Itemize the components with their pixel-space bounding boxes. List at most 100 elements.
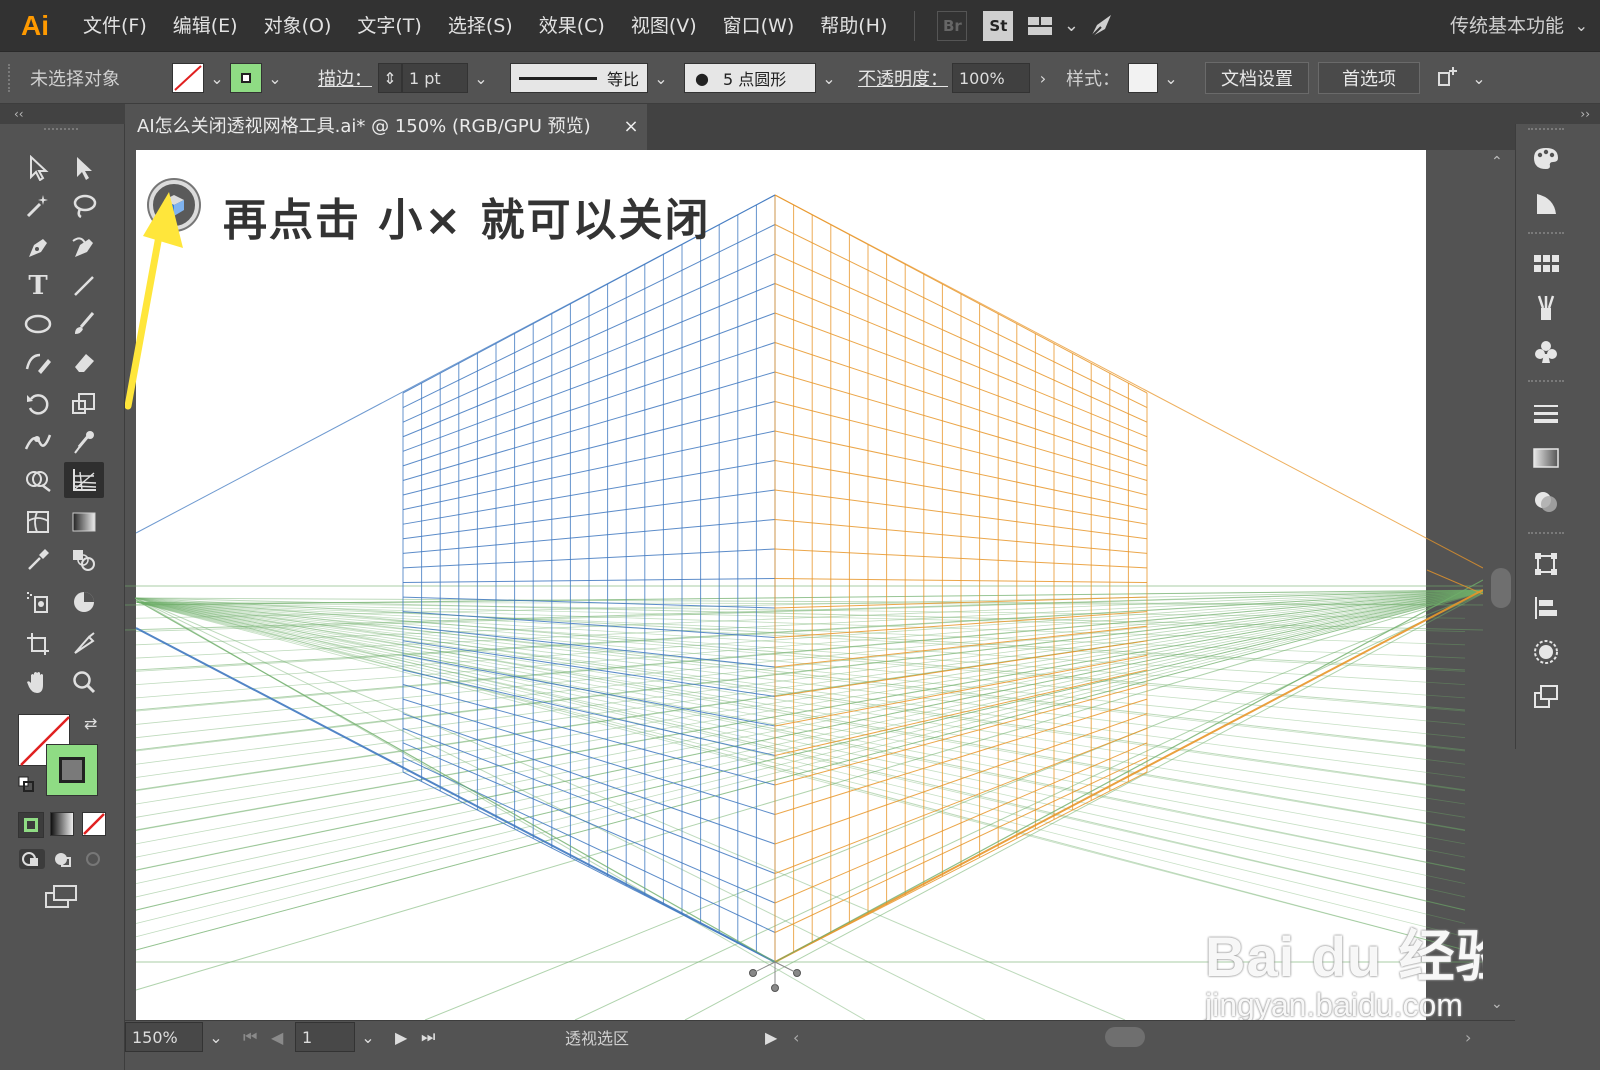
menu-effect[interactable]: 效果(C) (526, 0, 618, 52)
stroke-swatch[interactable] (230, 63, 262, 93)
selection-icon[interactable] (18, 150, 58, 186)
status-text[interactable]: 透视选区 (565, 1021, 629, 1053)
width-icon[interactable] (18, 424, 58, 460)
scale-icon[interactable] (64, 386, 104, 422)
chevron-down-icon[interactable]: ⌄ (1575, 0, 1588, 52)
stroke-color-swatch[interactable] (46, 744, 98, 796)
shape-builder-icon[interactable] (18, 462, 58, 498)
chevron-down-icon[interactable]: ⌄ (1466, 63, 1492, 93)
scroll-up-icon[interactable]: ⌃ (1491, 154, 1503, 170)
next-artboard-icon[interactable]: ▶ (395, 1021, 407, 1053)
variable-width-profile[interactable]: 等比 (510, 63, 648, 93)
draw-inside-icon[interactable] (82, 848, 110, 870)
stroke-label[interactable]: 描边： (318, 52, 372, 104)
scroll-down-icon[interactable]: ⌄ (1491, 996, 1503, 1012)
swap-fill-stroke-icon[interactable]: ⇄ (84, 714, 97, 733)
panel-grip[interactable] (1528, 380, 1564, 385)
graph-icon[interactable] (64, 584, 104, 620)
paintbrush-icon[interactable] (64, 306, 104, 342)
chevron-down-icon[interactable]: ⌄ (203, 1022, 229, 1052)
chevron-down-icon[interactable]: ⌄ (204, 63, 230, 93)
curvature-icon[interactable] (64, 230, 104, 266)
appearance-icon[interactable] (1526, 634, 1566, 670)
menu-type[interactable]: 文字(T) (344, 0, 434, 52)
status-menu-icon[interactable]: ▶ (765, 1021, 777, 1053)
gradient-mode-icon[interactable] (50, 812, 74, 836)
panel-collapse-icon[interactable]: ›› (1515, 104, 1600, 124)
transparency-icon[interactable] (1526, 484, 1566, 520)
chevron-down-icon[interactable]: ⌄ (816, 63, 842, 93)
previous-artboard-icon[interactable]: ◀ (271, 1021, 283, 1053)
brush-definition[interactable]: ● 5 点圆形 (684, 63, 816, 93)
symbol-sprayer-icon[interactable] (18, 584, 58, 620)
blend-icon[interactable] (64, 542, 104, 578)
ellipse-icon[interactable] (18, 306, 58, 342)
chevron-down-icon[interactable]: ⌄ (262, 63, 288, 93)
shaper-icon[interactable] (18, 344, 58, 380)
line-icon[interactable] (64, 268, 104, 304)
stroke-weight-field[interactable]: 1 pt (402, 63, 468, 93)
vertical-scrollbar[interactable]: ⌃ ⌄ (1483, 150, 1515, 1020)
menu-window[interactable]: 窗口(W) (710, 0, 808, 52)
document-tab[interactable]: AI怎么关闭透视网格工具.ai* @ 150% (RGB/GPU 预览) (125, 104, 647, 150)
panel-grip[interactable] (1528, 128, 1564, 133)
graphic-style-swatch[interactable] (1128, 63, 1158, 93)
panel-grip[interactable] (44, 128, 78, 133)
type-icon[interactable]: T (18, 268, 58, 304)
arrange-documents-icon[interactable] (1021, 11, 1061, 41)
brushes-icon[interactable] (1526, 290, 1566, 326)
workspace-switcher[interactable]: 传统基本功能 (1450, 0, 1564, 52)
gpu-performance-icon[interactable] (1081, 11, 1121, 41)
draw-behind-icon[interactable] (50, 848, 78, 870)
menu-help[interactable]: 帮助(H) (807, 0, 900, 52)
transform-icon[interactable] (1526, 546, 1566, 582)
chevron-down-icon[interactable]: ⌄ (648, 63, 674, 93)
bridge-button[interactable]: Br (937, 10, 968, 41)
chevron-down-icon[interactable]: ⌄ (1061, 11, 1081, 41)
chevron-right-icon[interactable]: › (1030, 63, 1056, 93)
eyedropper-icon[interactable] (18, 542, 58, 578)
color-icon[interactable] (1526, 140, 1566, 176)
color-mode-icon[interactable] (18, 812, 44, 838)
menu-file[interactable]: 文件(F) (70, 0, 160, 52)
panel-grip[interactable] (1528, 532, 1564, 537)
perspective-grid-icon[interactable] (64, 462, 104, 498)
zoom-field[interactable]: 150% (125, 1022, 203, 1052)
panel-menu-icon[interactable] (1432, 63, 1466, 93)
puppet-warp-icon[interactable] (64, 424, 104, 460)
pen-icon[interactable] (18, 230, 58, 266)
zoom-icon[interactable] (64, 664, 104, 700)
scroll-right-icon[interactable]: › (1465, 1021, 1471, 1053)
toolbar-collapse-icon[interactable]: ‹‹ (0, 104, 125, 124)
preferences-button[interactable]: 首选项 (1318, 62, 1420, 94)
menu-select[interactable]: 选择(S) (435, 0, 526, 52)
none-mode-icon[interactable] (82, 812, 106, 836)
scroll-thumb[interactable] (1491, 568, 1511, 608)
align-icon[interactable] (1526, 590, 1566, 626)
close-tab-button[interactable]: × (618, 104, 644, 150)
opacity-field[interactable]: 100% (952, 63, 1030, 93)
stroke-icon[interactable] (1526, 396, 1566, 432)
panel-grip[interactable] (1528, 232, 1564, 237)
hand-icon[interactable] (18, 664, 58, 700)
opacity-label[interactable]: 不透明度： (858, 52, 948, 104)
symbols-icon[interactable] (1526, 334, 1566, 370)
horizontal-scroll-thumb[interactable] (1105, 1027, 1145, 1047)
chevron-down-icon[interactable]: ⌄ (1158, 63, 1184, 93)
default-colors-icon[interactable] (18, 776, 34, 792)
swatches-icon[interactable] (1526, 246, 1566, 282)
gradient-panel-icon[interactable] (1526, 440, 1566, 476)
document-setup-button[interactable]: 文档设置 (1205, 62, 1309, 94)
layers-icon[interactable] (1526, 678, 1566, 714)
stroke-stepper[interactable]: ⇕ (378, 63, 402, 93)
draw-normal-icon[interactable] (18, 848, 46, 870)
mesh-icon[interactable] (18, 504, 58, 540)
screen-mode-icon[interactable] (44, 884, 80, 910)
slice-icon[interactable] (64, 626, 104, 662)
menu-object[interactable]: 对象(O) (251, 0, 345, 52)
direct-selection-icon[interactable] (64, 150, 104, 186)
chevron-down-icon[interactable]: ⌄ (468, 63, 494, 93)
last-artboard-icon[interactable]: ⏭ (421, 1021, 435, 1053)
eraser-icon[interactable] (64, 344, 104, 380)
artboard-icon[interactable] (18, 626, 58, 662)
